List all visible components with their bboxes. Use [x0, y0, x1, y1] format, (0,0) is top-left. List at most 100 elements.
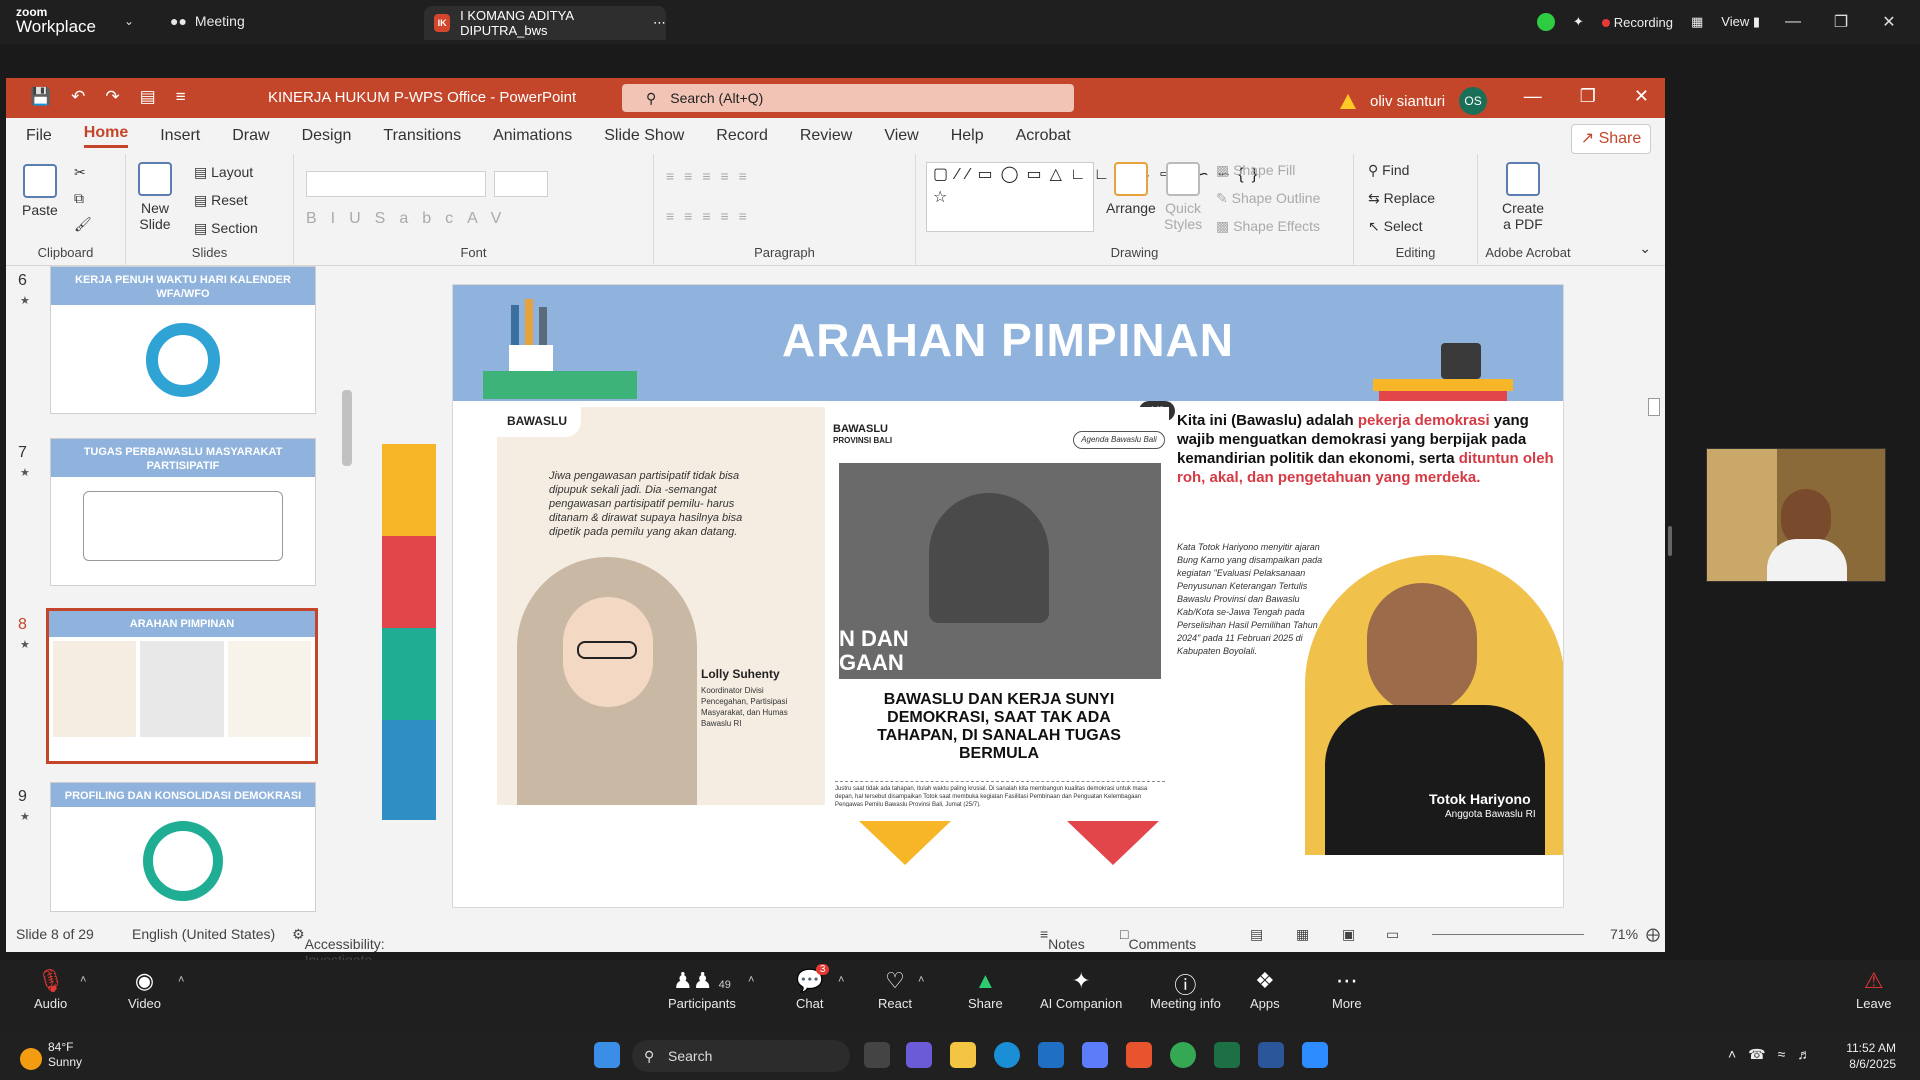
slide-canvas[interactable]: ARAHAN PIMPINAN 1/8 BAWASLU Jiwa pengawa…: [452, 284, 1564, 908]
cut-icon[interactable]: ✂: [74, 164, 86, 181]
tab-transitions[interactable]: Transitions: [383, 127, 461, 145]
ppt-close-icon[interactable]: ✕: [1634, 86, 1649, 107]
weather-sun-icon[interactable]: [20, 1048, 42, 1070]
video-button[interactable]: ◉ Video: [128, 968, 161, 1011]
edge-icon[interactable]: [994, 1042, 1020, 1068]
thumbnail-scrollbar[interactable]: [340, 270, 354, 916]
chevron-down-icon[interactable]: ⌄: [124, 14, 134, 28]
tab-file[interactable]: File: [26, 127, 52, 145]
participants-button[interactable]: ♟♟ 49 Participants: [668, 968, 736, 1011]
align-buttons[interactable]: ≡≡≡≡≡: [666, 208, 757, 224]
copilot-icon[interactable]: [906, 1042, 932, 1068]
redo-icon[interactable]: ↷: [105, 87, 119, 107]
undo-icon[interactable]: ↶: [71, 87, 85, 107]
shapes-gallery[interactable]: ▢∕∕▭◯▭△∟∟⇨⇩⇨≀∽∽{}☆: [926, 162, 1257, 232]
tab-draw[interactable]: Draw: [232, 127, 269, 145]
view-button[interactable]: View ▮: [1721, 14, 1760, 30]
list-buttons[interactable]: ≡≡≡≡≡: [666, 168, 757, 184]
slide-thumbnail[interactable]: TUGAS PERBAWASLU MASYARAKAT PARTISIPATIF: [50, 438, 316, 586]
word-icon[interactable]: [1258, 1042, 1284, 1068]
slide-sorter-icon[interactable]: ▦: [1296, 926, 1309, 943]
slideshow-view-icon[interactable]: ▭: [1386, 926, 1399, 943]
find-button[interactable]: ⚲ Find: [1368, 162, 1409, 179]
avatar[interactable]: OS: [1459, 87, 1488, 115]
tab-view[interactable]: View: [884, 127, 918, 145]
accessibility-indicator[interactable]: ⚙ Accessibility: Investigate: [292, 926, 385, 968]
section-button[interactable]: ▤ Section: [194, 220, 258, 237]
recording-indicator[interactable]: Recording: [1601, 15, 1673, 30]
tab-shared-screen[interactable]: IK I KOMANG ADITYA DIPUTRA_bws ⋯: [424, 6, 666, 40]
zoom-slider[interactable]: [1432, 934, 1584, 935]
scrollbar-thumb[interactable]: [342, 390, 352, 466]
audio-options-caret[interactable]: ˄: [80, 974, 86, 986]
share-screen-button[interactable]: ▲ Share: [968, 968, 1003, 1011]
close-icon[interactable]: ✕: [1874, 12, 1904, 32]
excel-icon[interactable]: [1214, 1042, 1240, 1068]
font-size-select[interactable]: [494, 171, 548, 197]
tab-acrobat[interactable]: Acrobat: [1016, 127, 1071, 145]
tab-record[interactable]: Record: [716, 127, 768, 145]
customize-qat-icon[interactable]: ≡: [176, 87, 186, 107]
tab-slide-show[interactable]: Slide Show: [604, 127, 684, 145]
file-explorer-icon[interactable]: [950, 1042, 976, 1068]
store-icon[interactable]: [1082, 1042, 1108, 1068]
react-options-caret[interactable]: ˄: [918, 974, 924, 986]
maximize-icon[interactable]: ❐: [1826, 12, 1856, 32]
user-name[interactable]: oliv sianturi: [1370, 93, 1445, 110]
chat-options-caret[interactable]: ˄: [838, 974, 844, 986]
windows-start-icon[interactable]: [594, 1042, 620, 1068]
tab-design[interactable]: Design: [302, 127, 352, 145]
taskbar-search[interactable]: ⚲ Search: [632, 1040, 850, 1072]
save-icon[interactable]: 💾: [30, 87, 51, 107]
participants-options-caret[interactable]: ˄: [748, 974, 754, 986]
more-options-icon[interactable]: ⋯: [653, 15, 666, 31]
sparkle-icon[interactable]: ✦: [1573, 14, 1584, 30]
collapse-ribbon-icon[interactable]: ⌄: [1639, 240, 1651, 257]
ppt-minimize-icon[interactable]: —: [1524, 86, 1542, 107]
paste-button[interactable]: Paste: [22, 164, 58, 218]
shape-fill-button[interactable]: ▩ Shape Fill: [1216, 162, 1295, 179]
arrange-button[interactable]: Arrange: [1106, 162, 1156, 216]
ai-companion-button[interactable]: ✦ AI Companion: [1040, 968, 1122, 1011]
tab-review[interactable]: Review: [800, 127, 852, 145]
reading-view-icon[interactable]: ▣: [1342, 926, 1355, 943]
zoom-app-icon[interactable]: [1302, 1042, 1328, 1068]
replace-button[interactable]: ⇆ Replace: [1368, 190, 1435, 207]
zoom-level[interactable]: 71%: [1610, 926, 1638, 942]
tab-animations[interactable]: Animations: [493, 127, 572, 145]
search-box[interactable]: ⚲ Search (Alt+Q): [622, 84, 1074, 112]
comments-button[interactable]: □ Comments: [1120, 926, 1196, 952]
notes-button[interactable]: ≡ Notes: [1040, 926, 1085, 952]
slide-scrollbar[interactable]: [1646, 274, 1662, 910]
create-pdf-button[interactable]: Create a PDF: [1502, 162, 1544, 232]
slide-scrollbar-thumb[interactable]: [1648, 398, 1660, 416]
format-painter-icon[interactable]: 🖌: [74, 216, 92, 233]
tab-home[interactable]: Home: [83, 124, 129, 148]
font-family-select[interactable]: [306, 171, 486, 197]
select-button[interactable]: ↖ Select: [1368, 218, 1423, 235]
slide-thumbnail[interactable]: PROFILING DAN KONSOLIDASI DEMOKRASI: [50, 782, 316, 912]
font-format-buttons[interactable]: BIUSabcAV: [306, 210, 515, 228]
language-indicator[interactable]: English (United States): [132, 926, 275, 942]
clock[interactable]: 11:52 AM 8/6/2025: [1846, 1040, 1896, 1072]
react-button[interactable]: ♡ React: [878, 968, 912, 1011]
tab-help[interactable]: Help: [951, 127, 984, 145]
new-slide-button[interactable]: New Slide: [138, 162, 172, 232]
layout-button[interactable]: ▤ Layout: [194, 164, 253, 181]
participant-video-thumbnail[interactable]: [1706, 448, 1886, 582]
copy-icon[interactable]: ⧉: [74, 190, 84, 207]
weather-widget[interactable]: 84°F Sunny: [48, 1040, 82, 1070]
chrome-icon[interactable]: [1170, 1042, 1196, 1068]
quick-styles-button[interactable]: Quick Styles: [1164, 162, 1202, 232]
apps-button[interactable]: ❖ Apps: [1250, 968, 1280, 1011]
shape-effects-button[interactable]: ▩ Shape Effects: [1216, 218, 1320, 235]
grid-icon[interactable]: ▦: [1691, 14, 1703, 30]
outlook-icon[interactable]: [1038, 1042, 1064, 1068]
video-options-caret[interactable]: ˄: [178, 974, 184, 986]
normal-view-icon[interactable]: ▤: [1250, 926, 1263, 943]
present-icon[interactable]: ▤: [140, 87, 156, 107]
ppt-restore-icon[interactable]: ❐: [1580, 86, 1596, 107]
tab-insert[interactable]: Insert: [160, 127, 200, 145]
minimize-icon[interactable]: —: [1778, 13, 1808, 31]
meeting-info-button[interactable]: ⓘ Meeting info: [1150, 968, 1221, 1011]
